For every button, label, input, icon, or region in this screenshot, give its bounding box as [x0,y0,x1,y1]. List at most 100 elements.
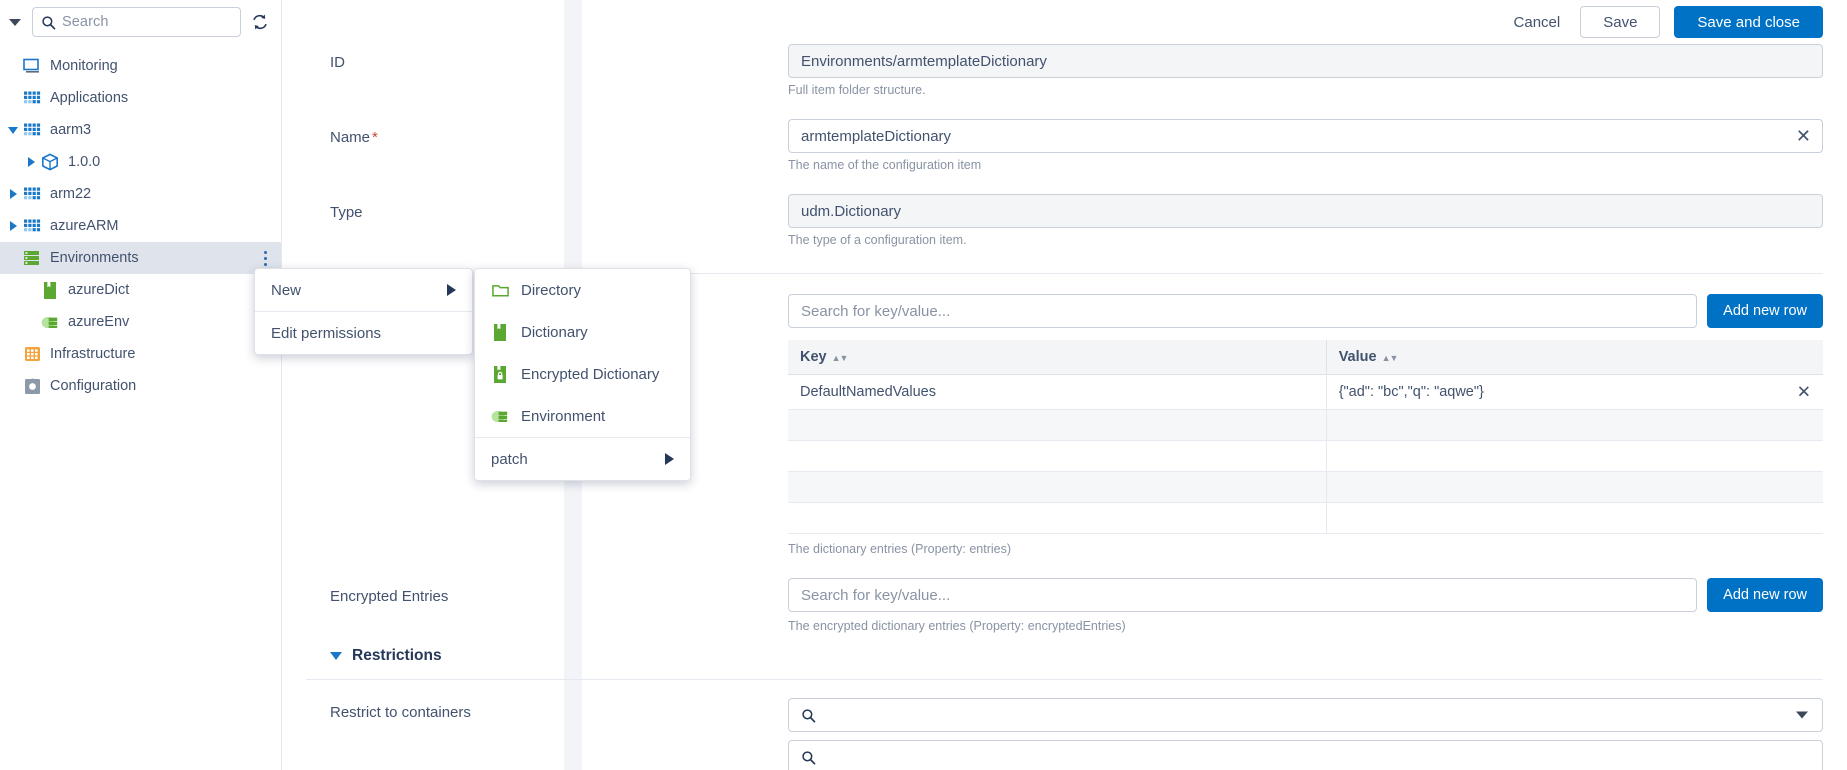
sidebar-item-azureenv[interactable]: azureEnv [0,306,281,338]
submenu-item-dictionary[interactable]: Dictionary [475,311,690,353]
entries-search-input[interactable]: Search for key/value... [788,294,1698,328]
table-cell-value[interactable]: {"ad": "bc","q": "aqwe"} ✕ [1326,374,1823,410]
sidebar-item-label: arm22 [50,186,92,202]
twisty-right-icon[interactable] [22,146,40,178]
table-cell-key[interactable] [788,440,1327,472]
table-cell-value[interactable] [1326,440,1823,472]
table-cell-value[interactable] [1326,409,1823,441]
table-cell-key[interactable] [788,471,1327,503]
sidebar-item-1-0-0[interactable]: 1.0.0 [0,146,281,178]
sort-icon[interactable]: ▲▼ [832,353,849,363]
field-type: Type udm.Dictionary The type of a config… [306,194,1823,269]
filter-caret-icon[interactable] [4,8,26,36]
submenu-item-encrypted-dictionary-label: Encrypted Dictionary [521,365,660,383]
submenu-item-directory-label: Directory [521,281,582,299]
environment-icon [40,312,60,332]
name-input[interactable]: armtemplateDictionary [788,119,1823,153]
delete-row-icon[interactable]: ✕ [1797,384,1811,401]
context-menu-item-new[interactable]: New [255,269,472,311]
encrypted-entries-add-new-row-button[interactable]: Add new row [1707,578,1823,612]
field-type-hint: The type of a configuration item. [788,233,967,247]
submenu-item-encrypted-dictionary[interactable]: Encrypted Dictionary [475,353,690,395]
search-icon [802,750,816,765]
chevron-down-icon[interactable] [1796,711,1808,719]
table-cell-key[interactable] [788,409,1327,441]
sidebar-item-arm22[interactable]: arm22 [0,178,281,210]
table-row[interactable]: DefaultNamedValues {"ad": "bc","q": "aqwe… [788,374,1823,410]
id-input[interactable]: Environments/armtemplateDictionary [788,44,1823,78]
twisty-placeholder [22,274,40,306]
twisty-right-icon[interactable] [4,210,22,242]
sidebar-item-label: Infrastructure [50,346,136,362]
twisty-placeholder [4,370,22,402]
submenu-item-directory[interactable]: Directory [475,269,690,311]
entries-table: Key ▲▼ Value ▲▼ DefaultNamedValues {"ad": "… [788,340,1823,534]
submenu-arrow-icon [447,284,456,296]
sidebar-item-monitoring[interactable]: Monitoring [0,50,281,82]
sidebar-item-aarm3[interactable]: aarm3 [0,114,281,146]
save-button[interactable]: Save [1580,6,1661,38]
submenu-item-environment-label: Environment [521,407,606,425]
twisty-right-icon[interactable] [4,178,22,210]
configuration-icon [22,376,42,396]
column-header-key[interactable]: Key ▲▼ [788,340,1327,375]
submenu-item-patch[interactable]: patch [475,438,690,480]
twisty-down-icon[interactable] [4,114,22,146]
search-icon [42,15,56,30]
save-and-close-button[interactable]: Save and close [1674,6,1823,38]
entries-add-new-row-button[interactable]: Add new row [1707,294,1823,328]
sort-icon[interactable]: ▲▼ [1382,353,1399,363]
table-row[interactable] [788,471,1823,503]
type-input[interactable]: udm.Dictionary [788,194,1823,228]
environments-icon [22,248,42,268]
caret-down-glyph [9,18,21,26]
sidebar-item-configuration[interactable]: Configuration [0,370,281,402]
encrypted-entries-search-input[interactable]: Search for key/value... [788,578,1698,612]
refresh-glyph [253,14,267,30]
monitor-icon [22,56,42,76]
search-icon [802,708,816,723]
restrict-to-containers-secondary-input[interactable] [788,740,1823,770]
table-cell-key[interactable]: DefaultNamedValues [788,374,1327,410]
sidebar-item-label: Applications [50,90,129,106]
restrictions-divider [306,679,1823,680]
table-cell-value[interactable] [1326,471,1823,503]
search-placeholder: Search [62,14,109,30]
sidebar-search-row: Search [0,0,281,44]
submenu-arrow-icon [665,453,674,465]
table-row[interactable] [788,440,1823,472]
field-id-hint: Full item folder structure. [788,83,926,97]
field-encrypted-entries: Encrypted Entries Search for key/value..… [306,578,1823,643]
folder-icon [491,281,509,299]
cancel-button[interactable]: Cancel [1508,13,1567,32]
field-name-label: Name * [306,119,788,146]
clear-name-icon[interactable]: ✕ [1796,127,1811,145]
sidebar-item-applications[interactable]: Applications [0,82,281,114]
submenu-item-environment[interactable]: Environment [475,395,690,437]
application-root: Search Monitoring Applications aarm3 1.0.0 a… [0,0,1847,770]
applications-icon [22,216,42,236]
field-id: ID Environments/armtemplateDictionary Fu… [306,44,1823,119]
applications-icon [22,120,42,140]
restrict-to-containers-select[interactable] [788,698,1823,732]
context-menu-item-edit-permissions[interactable]: Edit permissions [255,312,472,354]
package-icon [40,152,60,172]
restrictions-section-header[interactable]: Restrictions [330,647,1823,665]
table-row[interactable] [788,409,1823,441]
refresh-icon[interactable] [247,9,273,35]
context-submenu: Directory Dictionary Encrypted Dictionar… [474,268,691,481]
table-cell-value[interactable] [1326,502,1823,534]
sidebar-item-infrastructure[interactable]: Infrastructure [0,338,281,370]
column-header-value[interactable]: Value ▲▼ [1326,340,1823,375]
sidebar-item-azuredict[interactable]: azureDict [0,274,281,306]
table-cell-value-text: {"ad": "bc","q": "aqwe"} [1338,384,1484,400]
column-header-value-label: Value [1338,349,1377,365]
table-cell-key[interactable] [788,502,1327,534]
search-input[interactable]: Search [32,7,241,37]
sidebar-item-azurearm[interactable]: azureARM [0,210,281,242]
field-encrypted-entries-hint: The encrypted dictionary entries (Proper… [788,619,1126,633]
field-name-label-text: Name [330,129,371,146]
sidebar-item-environments[interactable]: Environments [0,242,281,274]
table-row[interactable] [788,502,1823,534]
sidebar: Search Monitoring Applications aarm3 1.0.0 a… [0,0,282,770]
